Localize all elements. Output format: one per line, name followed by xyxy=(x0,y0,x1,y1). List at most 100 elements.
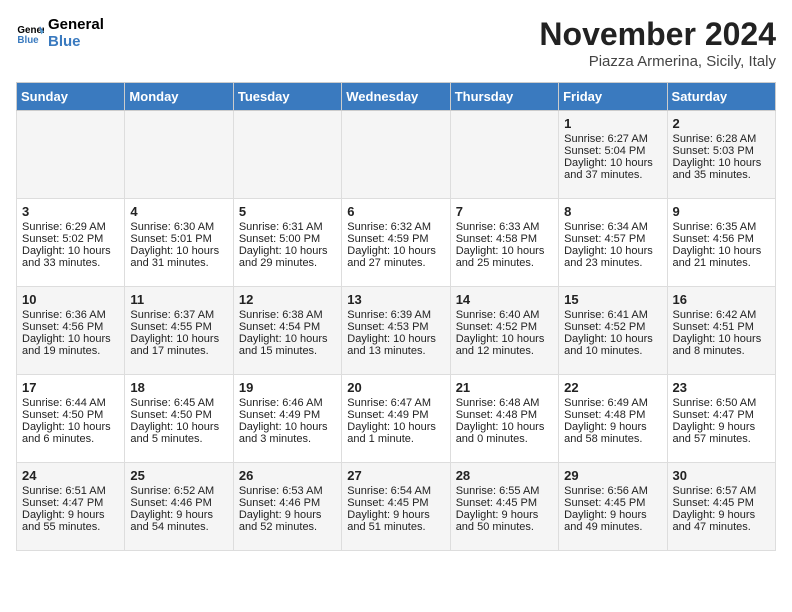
day-number: 1 xyxy=(564,116,661,131)
sunset-text: Sunset: 4:51 PM xyxy=(673,321,770,333)
day-number: 12 xyxy=(239,292,336,307)
day-number: 14 xyxy=(456,292,553,307)
day-number: 6 xyxy=(347,204,444,219)
weekday-header-monday: Monday xyxy=(125,83,233,111)
sunrise-text: Sunrise: 6:33 AM xyxy=(456,221,553,233)
sunset-text: Sunset: 4:48 PM xyxy=(564,409,661,421)
sunset-text: Sunset: 4:55 PM xyxy=(130,321,227,333)
calendar-cell: 11Sunrise: 6:37 AMSunset: 4:55 PMDayligh… xyxy=(125,287,233,375)
calendar-cell: 6Sunrise: 6:32 AMSunset: 4:59 PMDaylight… xyxy=(342,199,450,287)
calendar-cell: 30Sunrise: 6:57 AMSunset: 4:45 PMDayligh… xyxy=(667,463,775,551)
calendar-cell: 7Sunrise: 6:33 AMSunset: 4:58 PMDaylight… xyxy=(450,199,558,287)
sunrise-text: Sunrise: 6:32 AM xyxy=(347,221,444,233)
sunrise-text: Sunrise: 6:45 AM xyxy=(130,397,227,409)
sunset-text: Sunset: 4:48 PM xyxy=(456,409,553,421)
sunset-text: Sunset: 4:45 PM xyxy=(673,497,770,509)
sunrise-text: Sunrise: 6:40 AM xyxy=(456,309,553,321)
sunset-text: Sunset: 4:45 PM xyxy=(347,497,444,509)
calendar-cell: 18Sunrise: 6:45 AMSunset: 4:50 PMDayligh… xyxy=(125,375,233,463)
sunset-text: Sunset: 4:47 PM xyxy=(22,497,119,509)
sunset-text: Sunset: 4:50 PM xyxy=(22,409,119,421)
sunset-text: Sunset: 5:02 PM xyxy=(22,233,119,245)
day-number: 29 xyxy=(564,468,661,483)
calendar-cell: 9Sunrise: 6:35 AMSunset: 4:56 PMDaylight… xyxy=(667,199,775,287)
daylight-text: Daylight: 9 hours and 47 minutes. xyxy=(673,509,770,533)
month-year: November 2024 xyxy=(539,16,776,53)
sunrise-text: Sunrise: 6:27 AM xyxy=(564,133,661,145)
sunset-text: Sunset: 4:52 PM xyxy=(564,321,661,333)
sunrise-text: Sunrise: 6:36 AM xyxy=(22,309,119,321)
calendar-cell: 27Sunrise: 6:54 AMSunset: 4:45 PMDayligh… xyxy=(342,463,450,551)
calendar-cell xyxy=(17,111,125,199)
daylight-text: Daylight: 10 hours and 17 minutes. xyxy=(130,333,227,357)
daylight-text: Daylight: 10 hours and 12 minutes. xyxy=(456,333,553,357)
calendar-cell xyxy=(125,111,233,199)
daylight-text: Daylight: 10 hours and 35 minutes. xyxy=(673,157,770,181)
calendar-cell: 17Sunrise: 6:44 AMSunset: 4:50 PMDayligh… xyxy=(17,375,125,463)
weekday-header-row: SundayMondayTuesdayWednesdayThursdayFrid… xyxy=(17,83,776,111)
daylight-text: Daylight: 10 hours and 8 minutes. xyxy=(673,333,770,357)
daylight-text: Daylight: 9 hours and 55 minutes. xyxy=(22,509,119,533)
day-number: 4 xyxy=(130,204,227,219)
sunrise-text: Sunrise: 6:44 AM xyxy=(22,397,119,409)
sunrise-text: Sunrise: 6:55 AM xyxy=(456,485,553,497)
sunrise-text: Sunrise: 6:38 AM xyxy=(239,309,336,321)
daylight-text: Daylight: 10 hours and 15 minutes. xyxy=(239,333,336,357)
calendar-cell: 12Sunrise: 6:38 AMSunset: 4:54 PMDayligh… xyxy=(233,287,341,375)
calendar-cell xyxy=(233,111,341,199)
daylight-text: Daylight: 9 hours and 50 minutes. xyxy=(456,509,553,533)
sunrise-text: Sunrise: 6:34 AM xyxy=(564,221,661,233)
logo-blue-text: Blue xyxy=(48,33,104,50)
day-number: 5 xyxy=(239,204,336,219)
calendar-cell: 5Sunrise: 6:31 AMSunset: 5:00 PMDaylight… xyxy=(233,199,341,287)
sunset-text: Sunset: 4:59 PM xyxy=(347,233,444,245)
day-number: 15 xyxy=(564,292,661,307)
calendar-week-row: 24Sunrise: 6:51 AMSunset: 4:47 PMDayligh… xyxy=(17,463,776,551)
day-number: 9 xyxy=(673,204,770,219)
calendar-cell: 8Sunrise: 6:34 AMSunset: 4:57 PMDaylight… xyxy=(559,199,667,287)
sunset-text: Sunset: 4:46 PM xyxy=(130,497,227,509)
calendar-cell: 26Sunrise: 6:53 AMSunset: 4:46 PMDayligh… xyxy=(233,463,341,551)
day-number: 13 xyxy=(347,292,444,307)
daylight-text: Daylight: 10 hours and 1 minute. xyxy=(347,421,444,445)
sunset-text: Sunset: 5:01 PM xyxy=(130,233,227,245)
logo: General Blue General Blue xyxy=(16,16,104,51)
sunset-text: Sunset: 5:03 PM xyxy=(673,145,770,157)
calendar-cell: 24Sunrise: 6:51 AMSunset: 4:47 PMDayligh… xyxy=(17,463,125,551)
calendar-week-row: 3Sunrise: 6:29 AMSunset: 5:02 PMDaylight… xyxy=(17,199,776,287)
sunrise-text: Sunrise: 6:50 AM xyxy=(673,397,770,409)
sunset-text: Sunset: 4:50 PM xyxy=(130,409,227,421)
calendar-cell: 1Sunrise: 6:27 AMSunset: 5:04 PMDaylight… xyxy=(559,111,667,199)
sunrise-text: Sunrise: 6:46 AM xyxy=(239,397,336,409)
sunrise-text: Sunrise: 6:52 AM xyxy=(130,485,227,497)
day-number: 18 xyxy=(130,380,227,395)
daylight-text: Daylight: 10 hours and 13 minutes. xyxy=(347,333,444,357)
day-number: 20 xyxy=(347,380,444,395)
daylight-text: Daylight: 9 hours and 51 minutes. xyxy=(347,509,444,533)
calendar-week-row: 1 Sunrise: 6:27 AMSunset: 5:04 PM Daylight… xyxy=(17,111,776,199)
logo-general-text: General xyxy=(48,16,104,33)
calendar-week-row: 17Sunrise: 6:44 AMSunset: 4:50 PMDayligh… xyxy=(17,375,776,463)
sunrise-text: Sunrise: 6:28 AM xyxy=(673,133,770,145)
day-number: 2 xyxy=(673,116,770,131)
calendar-cell: 10Sunrise: 6:36 AMSunset: 4:56 PMDayligh… xyxy=(17,287,125,375)
sunrise-text: Sunrise: 6:48 AM xyxy=(456,397,553,409)
sunset-text: Sunset: 4:49 PM xyxy=(347,409,444,421)
sunset-text: Sunset: 4:53 PM xyxy=(347,321,444,333)
title-block: November 2024 Piazza Armerina, Sicily, I… xyxy=(539,16,776,70)
sunrise-text: Sunrise: 6:53 AM xyxy=(239,485,336,497)
day-number: 8 xyxy=(564,204,661,219)
calendar-cell: 13Sunrise: 6:39 AMSunset: 4:53 PMDayligh… xyxy=(342,287,450,375)
sunrise-text: Sunrise: 6:47 AM xyxy=(347,397,444,409)
sunrise-text: Sunrise: 6:49 AM xyxy=(564,397,661,409)
daylight-text: Daylight: 10 hours and 0 minutes. xyxy=(456,421,553,445)
calendar-cell: 19Sunrise: 6:46 AMSunset: 4:49 PMDayligh… xyxy=(233,375,341,463)
sunrise-text: Sunrise: 6:30 AM xyxy=(130,221,227,233)
sunrise-text: Sunrise: 6:56 AM xyxy=(564,485,661,497)
calendar-table: SundayMondayTuesdayWednesdayThursdayFrid… xyxy=(16,82,776,551)
calendar-cell: 16Sunrise: 6:42 AMSunset: 4:51 PMDayligh… xyxy=(667,287,775,375)
calendar-cell: 3Sunrise: 6:29 AMSunset: 5:02 PMDaylight… xyxy=(17,199,125,287)
logo-icon: General Blue xyxy=(16,19,44,47)
calendar-cell: 14Sunrise: 6:40 AMSunset: 4:52 PMDayligh… xyxy=(450,287,558,375)
sunset-text: Sunset: 5:04 PM xyxy=(564,145,661,157)
